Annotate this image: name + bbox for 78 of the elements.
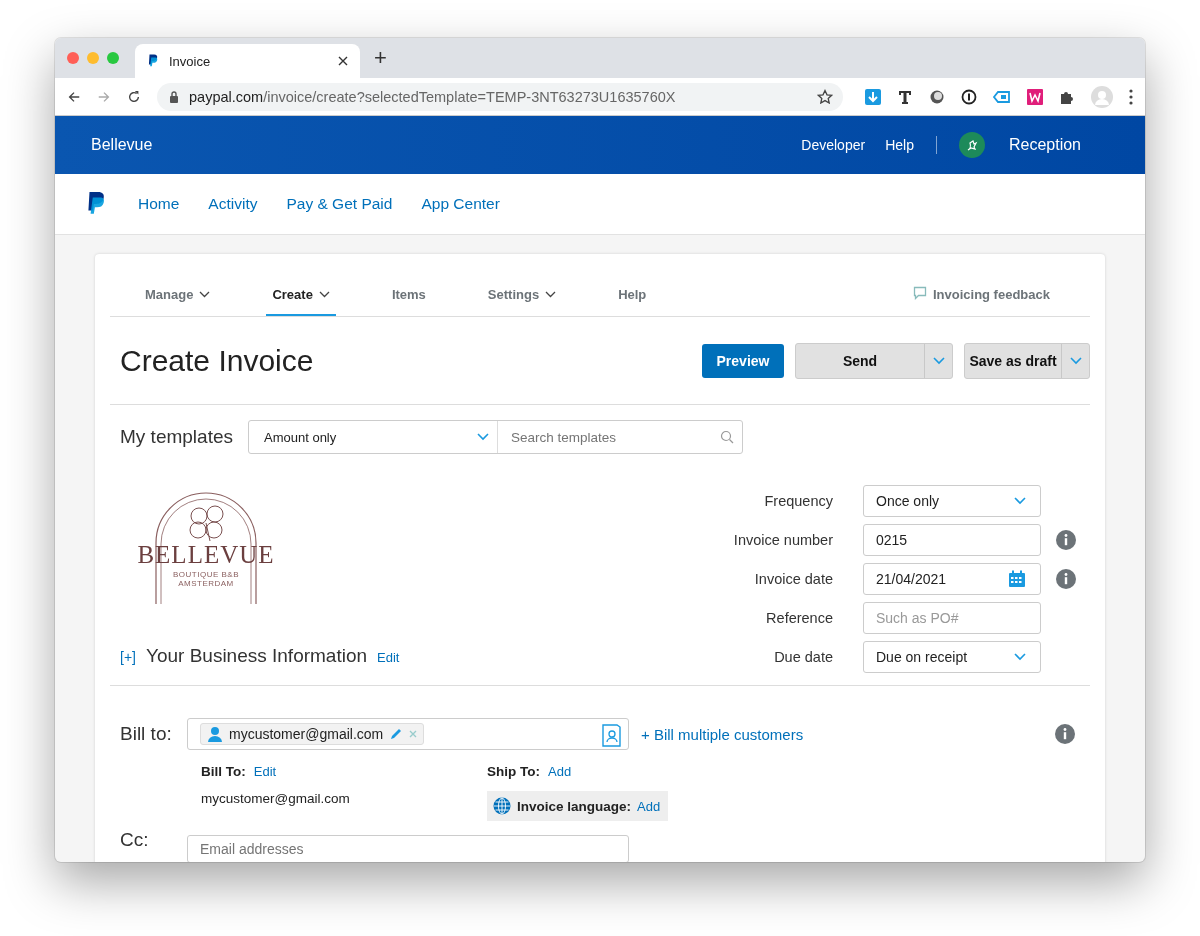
sub-tab[interactable]: Create (266, 254, 336, 316)
close-icon[interactable] (338, 56, 348, 66)
chevron-down-icon[interactable] (545, 290, 557, 298)
nav-link[interactable]: Pay & Get Paid (286, 195, 393, 213)
nav-link[interactable]: Home (138, 195, 180, 213)
globe-icon (493, 797, 511, 815)
expand-toggle[interactable]: [+] (120, 649, 136, 665)
customer-email: mycustomer@gmail.com (201, 791, 351, 806)
language-label: Invoice language: (517, 798, 632, 814)
paypal-logo-icon[interactable] (85, 191, 107, 217)
date-field[interactable]: 21/04/2021 (863, 563, 1041, 595)
info-icon[interactable] (1056, 569, 1076, 589)
speech-bubble-icon (912, 286, 927, 300)
recipient-field[interactable]: mycustomer@gmail.com (187, 718, 629, 750)
edit-link[interactable]: Edit (253, 764, 277, 779)
letter-extension-icon[interactable] (1027, 88, 1043, 105)
add-link[interactable]: Add (637, 798, 661, 814)
recipient-chip[interactable]: mycustomer@gmail.com (200, 723, 425, 745)
ship-to-heading: Ship To: (487, 764, 540, 779)
extension-icon[interactable] (897, 88, 913, 105)
preview-button[interactable]: Preview (702, 343, 784, 378)
page-title: Create Invoice (120, 343, 314, 378)
field-label: Reference (765, 610, 833, 626)
menu-icon[interactable] (1129, 88, 1133, 105)
close-window-icon[interactable] (67, 52, 79, 64)
field-label: Invoice number (732, 532, 833, 548)
field-label: Frequency (763, 493, 833, 509)
text-field[interactable]: 0215 (863, 524, 1041, 556)
tab-title: Invoice (169, 53, 212, 69)
edit-link[interactable]: Edit (377, 650, 400, 665)
remove-icon[interactable] (409, 730, 418, 738)
feedback-link[interactable]: Invoicing feedback (932, 286, 1050, 302)
user-name[interactable]: Reception (1008, 136, 1081, 154)
nav-link[interactable]: App Center (421, 195, 500, 213)
add-link[interactable]: Add (548, 764, 572, 779)
field-label: Due date (773, 649, 833, 665)
business-logo: BELLEVUE BOUTIQUE B&B AMSTERDAM (120, 488, 292, 604)
select-field[interactable]: Once only (863, 485, 1041, 517)
bill-to-heading: Bill To: (201, 764, 246, 779)
info-extension-icon[interactable] (961, 88, 977, 105)
chevron-down-icon[interactable] (199, 290, 211, 298)
pencil-icon[interactable] (389, 727, 404, 741)
bookmark-star-icon[interactable] (817, 88, 833, 105)
reload-icon[interactable] (127, 88, 141, 105)
paypal-logo-icon (147, 54, 159, 68)
cc-label: Cc: (120, 829, 150, 851)
business-info-label: Your Business Information (145, 645, 368, 667)
bill-multiple-link[interactable]: + Bill multiple customers (641, 725, 804, 743)
contact-book-icon[interactable] (602, 721, 622, 747)
business-name: Bellevue (91, 136, 154, 154)
header-link[interactable]: Developer (801, 137, 866, 153)
tag-extension-icon[interactable] (993, 88, 1011, 105)
browser-tab[interactable]: Invoice (135, 44, 360, 78)
cc-field[interactable]: Email addresses (187, 835, 629, 862)
field-label: Invoice date (753, 571, 833, 587)
sub-tab[interactable]: Items (385, 254, 432, 316)
bill-to-label: Bill to: (120, 723, 173, 745)
select-field[interactable]: Due on receipt (863, 641, 1041, 673)
text-field[interactable]: Such as PO# (863, 602, 1041, 634)
url-text: paypal.com/invoice/create?selectedTemplate=TEMP-3NT63273U1635760X (189, 88, 677, 105)
user-avatar-icon[interactable] (958, 132, 985, 158)
sub-tab[interactable]: Settings (481, 254, 563, 316)
header-link[interactable]: Help (885, 137, 914, 153)
chevron-down-icon[interactable] (318, 290, 330, 298)
zoom-window-icon[interactable] (107, 52, 119, 64)
templates-label: My templates (120, 426, 233, 448)
person-icon (207, 726, 223, 742)
sphere-extension-icon[interactable] (929, 88, 945, 105)
new-tab-button[interactable]: + (374, 47, 387, 69)
info-icon[interactable] (1056, 530, 1076, 550)
download-extension-icon[interactable] (865, 88, 881, 105)
lock-icon (169, 90, 179, 103)
sub-tab[interactable]: Help (612, 254, 653, 316)
sub-tab[interactable]: Manage (139, 254, 217, 316)
info-icon[interactable] (1055, 724, 1075, 744)
nav-link[interactable]: Activity (208, 195, 258, 213)
address-bar[interactable]: paypal.com/invoice/create?selectedTemplate=TEMP-3NT63273U1635760X (157, 82, 843, 111)
calendar-icon[interactable] (1008, 570, 1026, 588)
